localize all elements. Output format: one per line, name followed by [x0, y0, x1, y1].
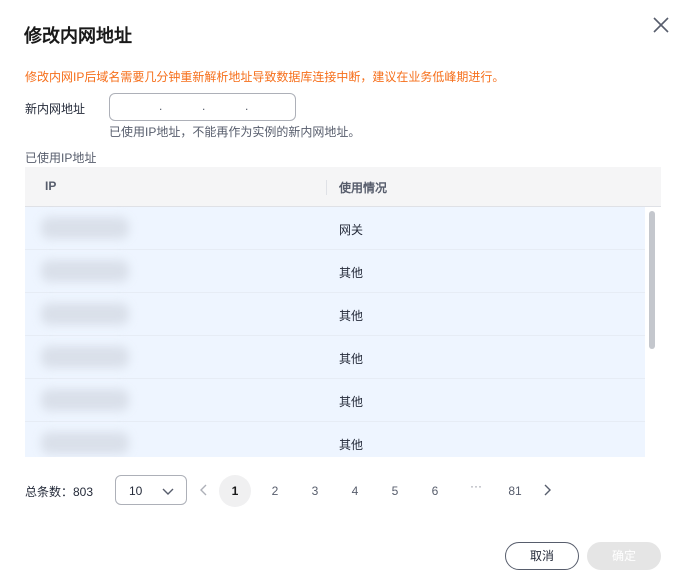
- chevron-down-icon: [162, 488, 174, 495]
- pagination: 总条数：803 10 1 2 3 4 5 6 ··· 81: [0, 475, 681, 507]
- modify-private-ip-dialog: 修改内网地址 修改内网IP后域名需要几分钟重新解析地址导致数据库连接中断，建议在…: [0, 0, 681, 584]
- column-divider: [326, 180, 327, 195]
- ip-separator: .: [245, 99, 249, 113]
- chevron-right-icon[interactable]: [540, 483, 554, 497]
- page-3[interactable]: 3: [299, 475, 331, 507]
- used-ip-label: 已使用IP地址: [25, 151, 97, 165]
- ip-value-blurred: [41, 432, 129, 454]
- page-size-value: 10: [129, 484, 143, 498]
- page-6[interactable]: 6: [419, 475, 451, 507]
- page-1[interactable]: 1: [219, 475, 251, 507]
- table-row: 其他: [25, 379, 645, 422]
- table-row: 其他: [25, 422, 645, 457]
- ip-segment-3[interactable]: [207, 94, 247, 120]
- ip-hint: 已使用IP地址，不能再作为实例的新内网地址。: [109, 125, 361, 139]
- usage-cell: 其他: [339, 309, 364, 323]
- usage-cell: 其他: [339, 438, 364, 452]
- ip-value-blurred: [41, 303, 129, 325]
- table-row: 其他: [25, 336, 645, 379]
- ip-value-blurred: [41, 346, 129, 368]
- ip-segment-4[interactable]: [250, 94, 290, 120]
- chevron-left-icon[interactable]: [197, 483, 211, 497]
- used-ip-table: IP 使用情况 网关 其他 其他 其他 其他 其他: [25, 167, 661, 457]
- new-ip-label: 新内网地址: [25, 102, 86, 116]
- page-81[interactable]: 81: [499, 475, 531, 507]
- ip-separator: .: [202, 99, 206, 113]
- page-ellipsis[interactable]: ···: [460, 479, 492, 493]
- close-icon[interactable]: [650, 14, 672, 36]
- column-header-usage: 使用情况: [339, 181, 388, 195]
- table-body[interactable]: 网关 其他 其他 其他 其他 其他: [25, 207, 645, 457]
- usage-cell: 网关: [339, 223, 364, 237]
- total-count: 总条数：803: [25, 485, 94, 499]
- confirm-button[interactable]: 确定: [587, 542, 661, 570]
- table-row: 其他: [25, 250, 645, 293]
- usage-cell: 其他: [339, 395, 364, 409]
- table-row: 其他: [25, 293, 645, 336]
- usage-cell: 其他: [339, 352, 364, 366]
- ip-segment-1[interactable]: [114, 94, 154, 120]
- dialog-title: 修改内网地址: [24, 26, 132, 46]
- cancel-button[interactable]: 取消: [505, 542, 579, 570]
- ip-value-blurred: [41, 389, 129, 411]
- ip-value-blurred: [41, 260, 129, 282]
- page-4[interactable]: 4: [339, 475, 371, 507]
- page-2[interactable]: 2: [259, 475, 291, 507]
- ip-separator: .: [159, 99, 163, 113]
- table-row: 网关: [25, 207, 645, 250]
- new-ip-input[interactable]: . . .: [109, 93, 296, 121]
- ip-segment-2[interactable]: [164, 94, 204, 120]
- table-scrollbar[interactable]: [649, 211, 655, 349]
- page-5[interactable]: 5: [379, 475, 411, 507]
- warning-text: 修改内网IP后域名需要几分钟重新解析地址导致数据库连接中断，建议在业务低峰期进行…: [25, 70, 505, 84]
- column-header-ip: IP: [45, 179, 57, 193]
- usage-cell: 其他: [339, 266, 364, 280]
- page-size-select[interactable]: 10: [115, 475, 187, 505]
- table-header: IP 使用情况: [25, 167, 661, 207]
- ip-value-blurred: [41, 217, 129, 239]
